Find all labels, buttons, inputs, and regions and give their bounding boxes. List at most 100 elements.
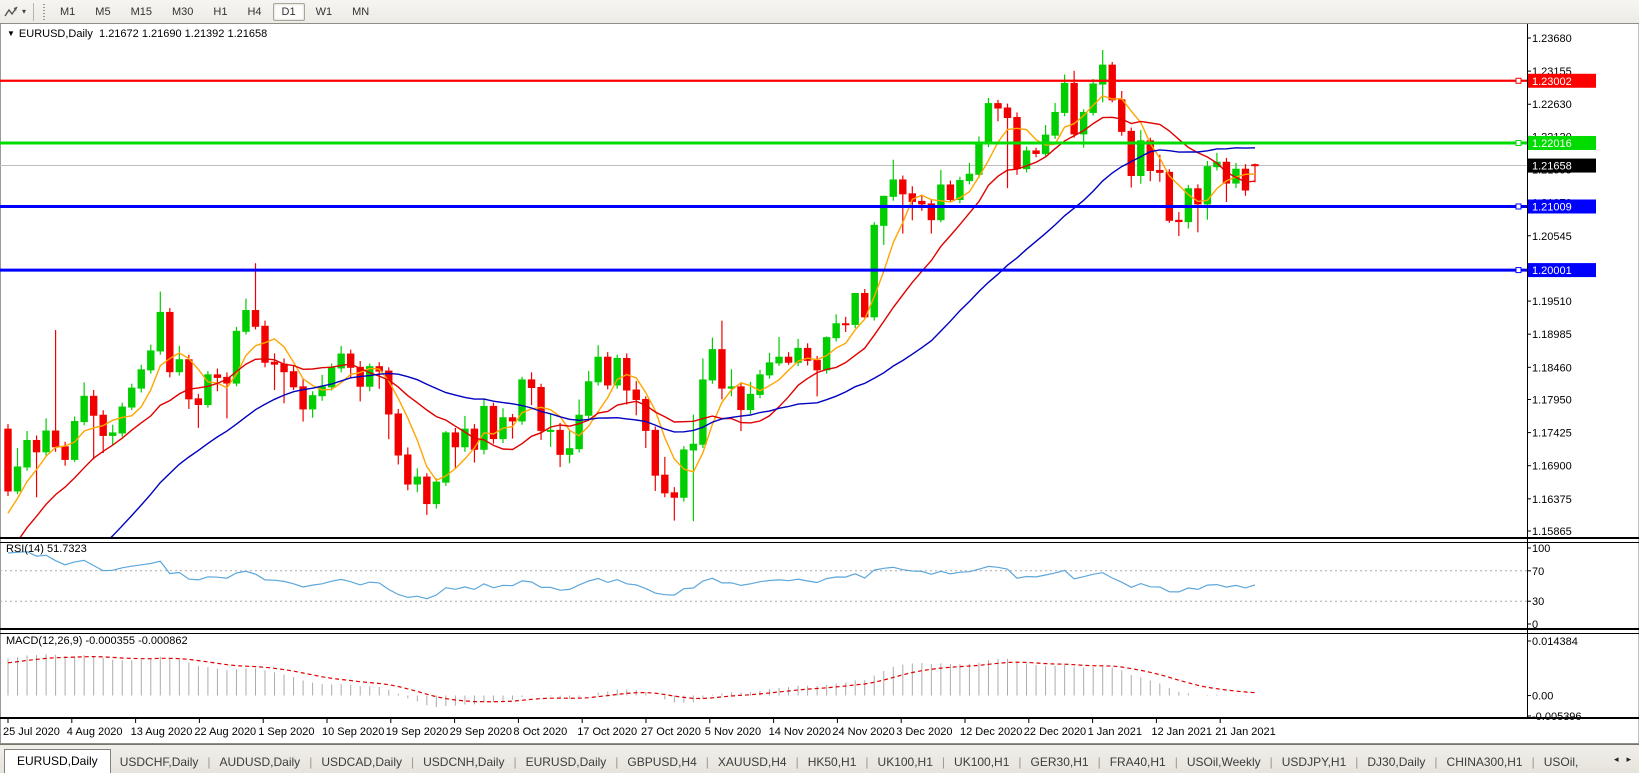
candle-up bbox=[976, 144, 982, 174]
timeframe-button-m30[interactable]: M30 bbox=[163, 3, 202, 21]
level-anchor-handle[interactable] bbox=[1516, 78, 1521, 83]
time-tick-label: 29 Sep 2020 bbox=[450, 726, 512, 738]
chart-tab-eurusd-daily[interactable]: EURUSD,Daily bbox=[4, 749, 111, 773]
candle-up bbox=[681, 450, 687, 497]
candle-down bbox=[738, 387, 744, 410]
chart-tab-usdcnh-daily[interactable]: USDCNH,Daily bbox=[414, 751, 513, 773]
timeframe-button-d1[interactable]: D1 bbox=[273, 3, 305, 21]
macd-tick-label: 0.014384 bbox=[1532, 636, 1578, 648]
candle-down bbox=[1033, 151, 1039, 154]
timeframe-button-mn[interactable]: MN bbox=[343, 3, 378, 21]
candle-down bbox=[5, 429, 11, 491]
candle-down bbox=[900, 180, 906, 194]
candle-up bbox=[595, 357, 601, 382]
candle-up bbox=[852, 293, 858, 324]
zigzag-arrow-icon bbox=[4, 5, 20, 19]
candle-up bbox=[14, 467, 20, 491]
toolbar-grip-handle[interactable] bbox=[41, 4, 46, 20]
candle-down bbox=[62, 447, 68, 460]
chart-tab-usoil-[interactable]: USOil, bbox=[1535, 751, 1588, 773]
level-anchor-handle[interactable] bbox=[1516, 268, 1521, 273]
chevron-down-icon: ▾ bbox=[22, 7, 26, 16]
time-tick-label: 22 Aug 2020 bbox=[194, 726, 256, 738]
candle-down bbox=[633, 390, 639, 399]
candle-down bbox=[1242, 169, 1248, 190]
chart-tab-audusd-daily[interactable]: AUDUSD,Daily bbox=[211, 751, 310, 773]
price-tick-label: 1.23680 bbox=[1532, 33, 1572, 45]
level-price-label: 1.23002 bbox=[1532, 76, 1572, 88]
scroll-right-button[interactable]: ▸ bbox=[1622, 752, 1635, 767]
time-tick-label: 24 Nov 2020 bbox=[832, 726, 894, 738]
time-tick-label: 12 Jan 2021 bbox=[1151, 726, 1212, 738]
chart-tab-usoil-weekly[interactable]: USOil,Weekly bbox=[1178, 751, 1270, 773]
candle-up bbox=[1061, 83, 1067, 112]
scroll-left-button[interactable]: ◂ bbox=[1610, 752, 1623, 767]
candle-down bbox=[557, 430, 563, 454]
price-tick-label: 1.22630 bbox=[1532, 99, 1572, 111]
chart-tab-xauusd-h4[interactable]: XAUUSD,H4 bbox=[709, 751, 796, 773]
candle-up bbox=[890, 180, 896, 196]
candle-up bbox=[547, 430, 553, 431]
timeframe-button-h1[interactable]: H1 bbox=[204, 3, 236, 21]
chart-tab-hk50-h1[interactable]: HK50,H1 bbox=[799, 751, 866, 773]
price-tick-label: 1.20545 bbox=[1532, 231, 1572, 243]
chart-canvas: 1.236801.231551.226301.221201.215951.210… bbox=[0, 0, 1639, 773]
candle-down bbox=[842, 324, 848, 325]
chart-tab-ger30-h1[interactable]: GER30,H1 bbox=[1022, 751, 1098, 773]
candle-down bbox=[1176, 220, 1182, 221]
chart-symbol-label: EURUSD,Daily bbox=[19, 28, 93, 40]
candle-down bbox=[1252, 165, 1258, 166]
chart-tab-usdchf-daily[interactable]: USDCHF,Daily bbox=[111, 751, 208, 773]
chart-ohlc-values: 1.21672 1.21690 1.21392 1.21658 bbox=[99, 28, 267, 40]
candle-up bbox=[709, 350, 715, 380]
time-tick-label: 14 Nov 2020 bbox=[769, 726, 831, 738]
candle-up bbox=[81, 396, 87, 421]
chart-tab-bar: EURUSD,DailyUSDCHF,Daily|AUDUSD,Daily|US… bbox=[0, 744, 1639, 773]
chart-tab-usdcad-daily[interactable]: USDCAD,Daily bbox=[312, 751, 411, 773]
level-anchor-handle[interactable] bbox=[1516, 140, 1521, 145]
candle-down bbox=[262, 326, 268, 362]
time-tick-label: 5 Nov 2020 bbox=[705, 726, 761, 738]
timeframe-button-w1[interactable]: W1 bbox=[307, 3, 342, 21]
timeframe-button-m5[interactable]: M5 bbox=[86, 3, 119, 21]
panel-splitter[interactable] bbox=[0, 628, 1639, 630]
candle-down bbox=[1119, 100, 1125, 132]
chart-tab-dj30-daily[interactable]: DJ30,Daily bbox=[1358, 751, 1434, 773]
chart-tab-china300-h1[interactable]: CHINA300,H1 bbox=[1438, 751, 1532, 773]
price-tick-label: 1.19510 bbox=[1532, 296, 1572, 308]
candle-up bbox=[119, 407, 125, 433]
time-tick-label: 12 Dec 2020 bbox=[960, 726, 1022, 738]
candle-down bbox=[90, 396, 96, 415]
panel-splitter[interactable] bbox=[0, 537, 1639, 539]
candle-up bbox=[938, 185, 944, 220]
candle-down bbox=[395, 414, 401, 455]
price-tick-label: 1.15865 bbox=[1532, 526, 1572, 538]
chart-tab-uk100-h1[interactable]: UK100,H1 bbox=[945, 751, 1018, 773]
candle-up bbox=[481, 406, 487, 449]
candle-up bbox=[985, 104, 991, 144]
timeframe-button-h4[interactable]: H4 bbox=[238, 3, 270, 21]
chart-tab-gbpusd-h4[interactable]: GBPUSD,H4 bbox=[618, 751, 705, 773]
timeframe-buttons: M1M5M15M30H1H4D1W1MN bbox=[50, 3, 379, 21]
candle-down bbox=[167, 312, 173, 371]
chart-tab-fra40-h1[interactable]: FRA40,H1 bbox=[1101, 751, 1175, 773]
candle-down bbox=[1128, 131, 1134, 175]
candle-up bbox=[966, 174, 972, 180]
candle-up bbox=[1052, 112, 1058, 135]
candle-down bbox=[52, 431, 58, 447]
collapse-indicator-icon[interactable]: ▼ bbox=[7, 29, 15, 38]
candle-down bbox=[290, 372, 296, 387]
timeframe-button-m15[interactable]: M15 bbox=[122, 3, 161, 21]
drawing-tool-button[interactable]: ▾ bbox=[0, 0, 30, 23]
price-tick-label: 1.16375 bbox=[1532, 494, 1572, 506]
level-anchor-handle[interactable] bbox=[1516, 204, 1521, 209]
level-price-label: 1.22016 bbox=[1532, 138, 1572, 150]
timeframe-button-m1[interactable]: M1 bbox=[51, 3, 84, 21]
time-tick-label: 27 Oct 2020 bbox=[641, 726, 701, 738]
candle-up bbox=[138, 370, 144, 388]
chart-tab-uk100-h1[interactable]: UK100,H1 bbox=[869, 751, 942, 773]
candle-up bbox=[110, 433, 116, 436]
chart-tab-eurusd-daily[interactable]: EURUSD,Daily bbox=[517, 751, 616, 773]
candle-up bbox=[414, 477, 420, 484]
chart-tab-usdjpy-h1[interactable]: USDJPY,H1 bbox=[1273, 751, 1355, 773]
